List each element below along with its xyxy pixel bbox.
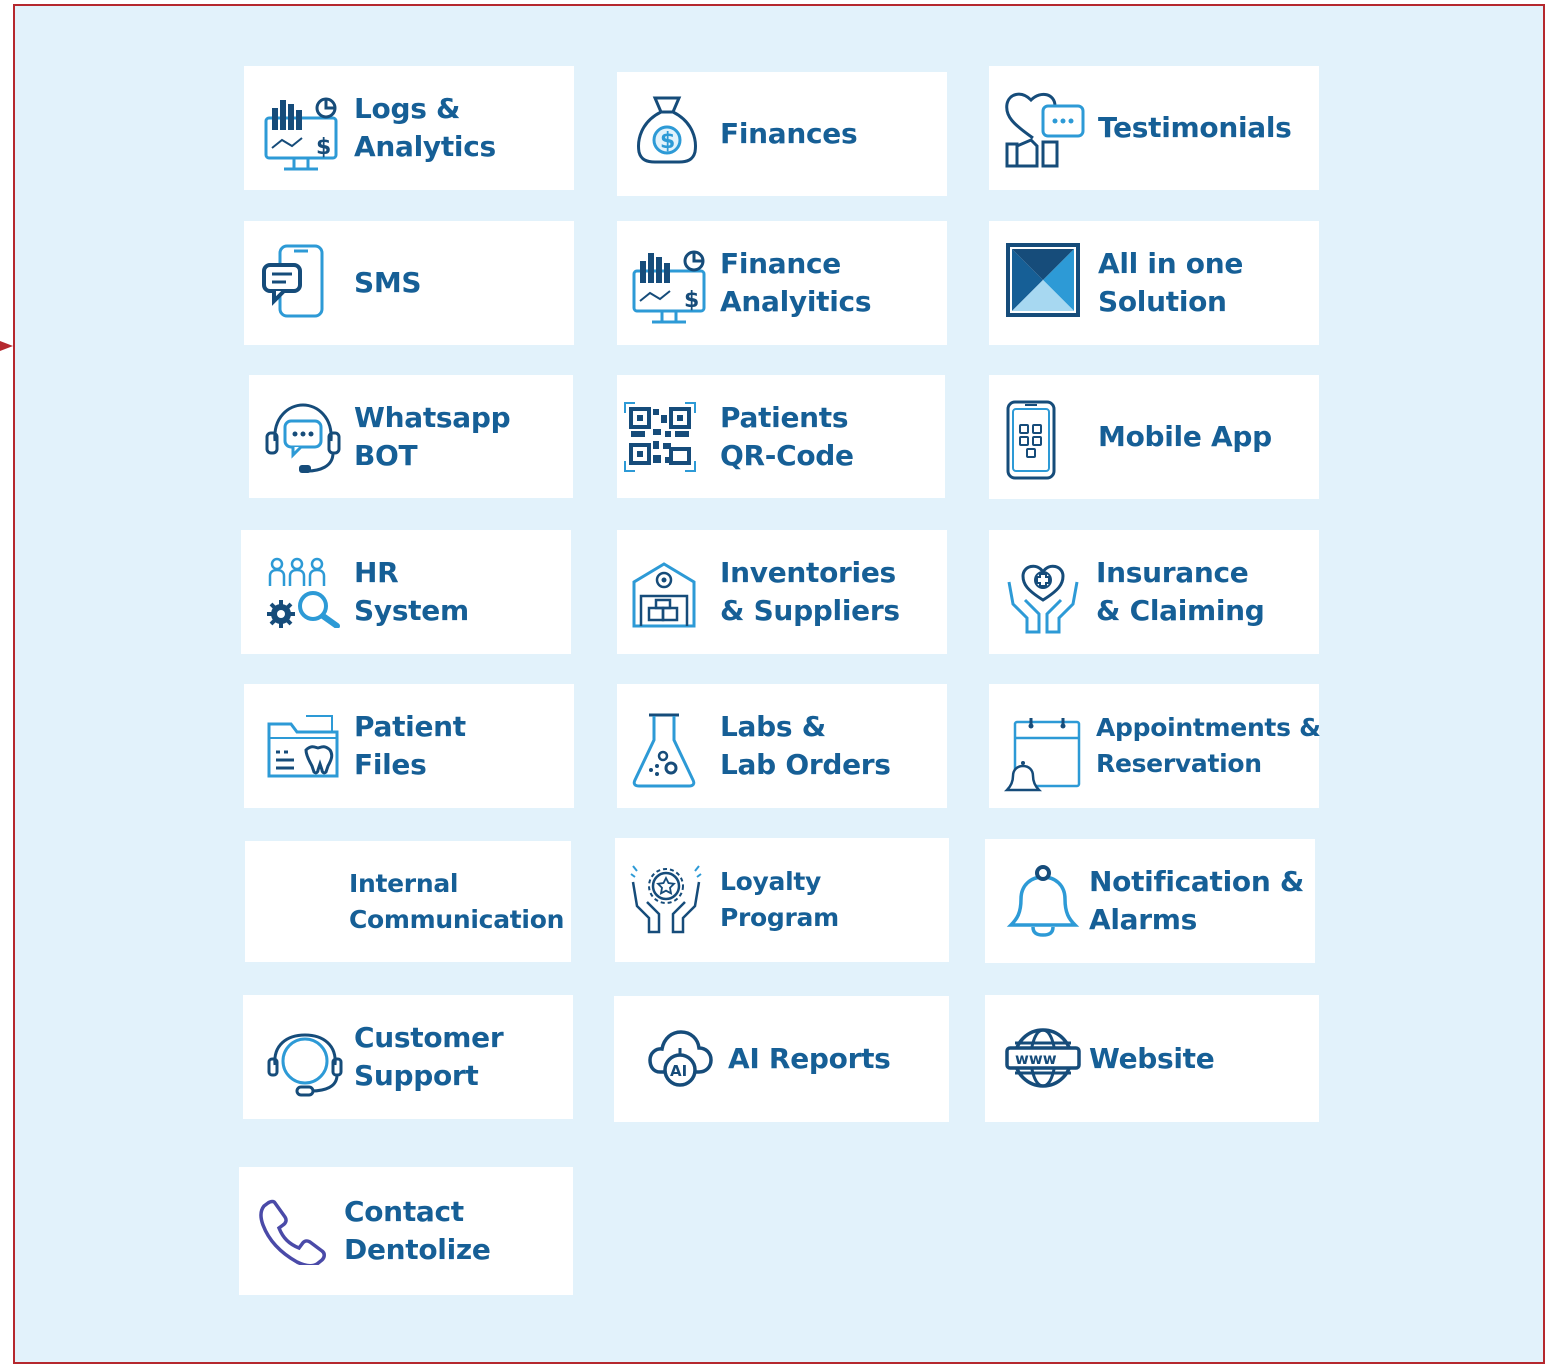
headset-chat-icon [265,401,343,475]
tile-label: Finance Analyitics [720,247,872,318]
tile-inventories[interactable]: Inventories & Suppliers [617,530,947,654]
dental-folder-icon [266,712,340,780]
tile-label: HR System [354,556,469,627]
tile-label: Contact Dentolize [344,1195,491,1266]
tile-logs-analytics[interactable]: $ Logs & Analytics [244,66,574,190]
award-hands-icon [629,864,703,936]
svg-text:AI: AI [670,1062,687,1080]
tile-label: Mobile App [1098,420,1272,453]
solution-logo-icon [1006,243,1080,317]
tile-labs[interactable]: Labs & Lab Orders [617,684,947,808]
svg-text:www: www [1015,1050,1057,1068]
qr-code-icon [623,401,697,473]
tile-label: Testimonials [1098,111,1292,144]
tile-label: Labs & Lab Orders [720,710,891,781]
tile-label: All in one Solution [1098,247,1244,318]
tile-loyalty[interactable]: Loyalty Program [615,838,949,962]
tile-patient-files[interactable]: Patient Files [244,684,574,808]
tile-label: SMS [354,266,422,299]
svg-text:$: $ [316,135,331,160]
tile-label: Patients QR-Code [720,400,854,472]
calendar-bell-icon [1003,716,1083,794]
tile-ai-reports[interactable]: AI AI Reports [614,996,949,1122]
warehouse-icon [631,560,697,628]
pointer-arrow-icon [0,341,13,351]
tile-label: Loyalty Program [720,867,839,932]
tile-internal-communication[interactable]: Internal Communication [245,841,571,962]
tile-contact[interactable]: Contact Dentolize [239,1167,573,1295]
people-search-icon [267,556,343,628]
tile-label: Patient Files [354,710,466,781]
tile-label: Whatsapp BOT [354,400,511,472]
analytics-monitor-icon: $ [632,249,706,325]
tile-label: Notification & Alarms [1089,865,1305,936]
ai-cloud-icon: AI [648,1028,714,1090]
tile-label: Logs & Analytics [354,92,496,163]
tile-testimonials[interactable]: Testimonials [989,66,1319,190]
tile-label: Appointments & Reservation [1096,713,1321,778]
money-bag-icon: $ [635,94,699,164]
www-globe-icon: www [1005,1027,1081,1089]
bell-icon [1005,865,1081,937]
tile-finances[interactable]: $ Finances [617,72,947,196]
smartphone-apps-icon [1005,399,1057,481]
svg-text:$: $ [660,129,675,154]
tile-notifications[interactable]: Notification & Alarms [985,839,1315,963]
lab-flask-icon [631,712,697,788]
hands-heart-icon [1005,560,1081,636]
tile-hr-system[interactable]: HR System [241,530,571,654]
tile-mobile-app[interactable]: Mobile App [989,375,1319,499]
testimonial-heart-chat-icon [1003,88,1085,170]
tile-label: Insurance & Claiming [1096,556,1265,627]
tile-whatsapp-bot[interactable]: Whatsapp BOT [249,375,573,498]
headset-icon [267,1033,343,1097]
tile-label: Customer Support [354,1021,504,1092]
tile-customer-support[interactable]: Customer Support [243,995,573,1119]
phone-message-icon [262,243,326,319]
tile-sms[interactable]: SMS [244,221,574,345]
tile-label: AI Reports [728,1042,891,1075]
tile-patients-qr[interactable]: Patients QR-Code [617,375,945,498]
tile-label: Finances [720,117,858,150]
phone-handset-icon [259,1199,327,1265]
tile-label: Website [1089,1041,1215,1075]
tile-website[interactable]: www Website [985,995,1319,1122]
tile-label: Inventories & Suppliers [720,556,900,627]
analytics-monitor-icon: $ [264,96,338,172]
tile-appointments[interactable]: Appointments & Reservation [989,684,1321,808]
tile-label: Internal Communication [349,868,565,934]
tile-finance-analytics[interactable]: $ Finance Analyitics [617,221,947,345]
svg-text:$: $ [684,288,699,313]
tile-all-in-one[interactable]: All in one Solution [989,221,1319,345]
tile-insurance[interactable]: Insurance & Claiming [989,530,1319,654]
